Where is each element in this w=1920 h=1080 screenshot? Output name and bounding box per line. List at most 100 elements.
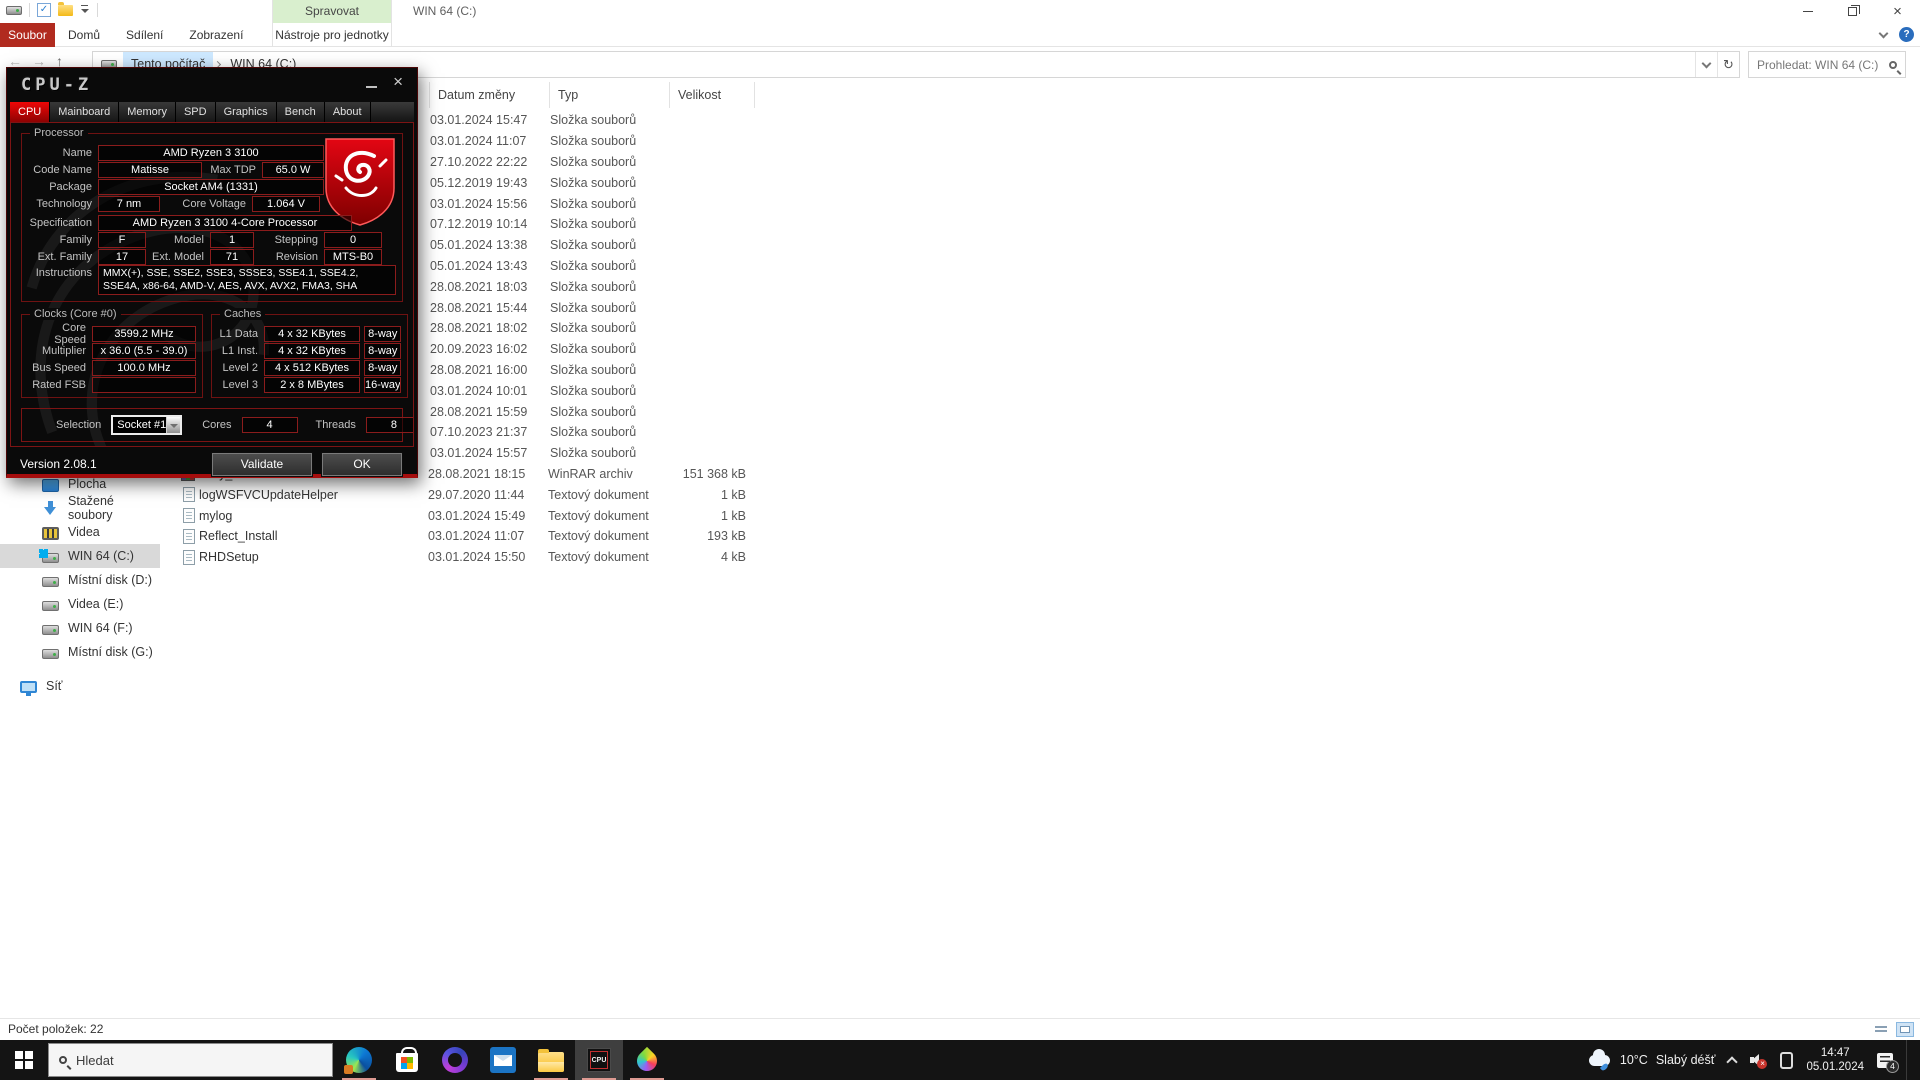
taskbar-app-button[interactable]: [527, 1040, 575, 1080]
taskbar-clock[interactable]: 14:47 05.01.2024: [1806, 1046, 1864, 1074]
cpuz-close-button[interactable]: ×: [393, 72, 403, 92]
weather-temp: 10°C: [1620, 1053, 1648, 1067]
file-row[interactable]: Reflect_Install 03.01.2024 11:07 Textový…: [160, 526, 1920, 547]
clock-value: x 36.0 (5.5 - 39.0): [92, 343, 196, 359]
ext-family-value: 17: [98, 249, 146, 265]
taskbar-app-button[interactable]: [623, 1040, 671, 1080]
column-header-date[interactable]: Datum změny: [430, 82, 550, 108]
file-row[interactable]: 03.01.2024 15:56 Složka souborů: [160, 193, 1920, 214]
file-row[interactable]: 28.08.2021 15:44 Složka souborů: [160, 297, 1920, 318]
sidebar-item[interactable]: WIN 64 (F:): [0, 616, 160, 640]
action-center-icon[interactable]: 4: [1877, 1053, 1893, 1068]
ribbon-tab[interactable]: Sdílení: [113, 23, 176, 46]
tab-soubor[interactable]: Soubor: [0, 23, 55, 47]
help-icon[interactable]: [1899, 27, 1914, 42]
file-row[interactable]: 28.08.2021 15:59 Složka souborů: [160, 401, 1920, 422]
cpuz-tab[interactable]: CPU: [10, 102, 50, 122]
close-button[interactable]: ×: [1875, 0, 1920, 23]
sidebar-item[interactable]: Videa (E:): [0, 592, 160, 616]
clocks-group: Clocks (Core #0) Core Speed 3599.2 MHz M…: [21, 314, 203, 398]
sidebar-item[interactable]: Stažené soubory: [0, 496, 160, 520]
file-type: Textový dokument: [548, 509, 668, 523]
column-header-type[interactable]: Typ: [550, 82, 670, 108]
file-row[interactable]: 27.10.2022 22:22 Složka souborů: [160, 152, 1920, 173]
volume-muted-icon[interactable]: [1749, 1052, 1767, 1068]
window-drive-icon: [6, 6, 22, 15]
file-row[interactable]: 28.08.2021 18:02 Složka souborů: [160, 318, 1920, 339]
search-input[interactable]: Prohledat: WIN 64 (C:): [1748, 51, 1906, 78]
file-row[interactable]: mylog 03.01.2024 15:49 Textový dokument …: [160, 505, 1920, 526]
file-row[interactable]: RHDSetup 03.01.2024 15:50 Textový dokume…: [160, 547, 1920, 568]
file-row[interactable]: 05.01.2024 13:43 Složka souborů: [160, 256, 1920, 277]
sidebar-item[interactable]: Síť: [0, 674, 160, 698]
weather-rain-icon: [1589, 1055, 1610, 1066]
taskbar-app-button[interactable]: [335, 1040, 383, 1080]
sidebar-item[interactable]: Videa: [0, 520, 160, 544]
icons-view-icon[interactable]: [1896, 1022, 1914, 1037]
start-button[interactable]: [0, 1040, 48, 1080]
cpuz-tab[interactable]: Bench: [277, 102, 325, 122]
taskbar-app-button[interactable]: [383, 1040, 431, 1080]
file-row[interactable]: 28.08.2021 16:00 Složka souborů: [160, 360, 1920, 381]
customize-toolbar-caret-icon[interactable]: [80, 4, 90, 16]
file-row[interactable]: 07.12.2019 10:14 Složka souborů: [160, 214, 1920, 235]
cpuz-tab[interactable]: Memory: [119, 102, 176, 122]
file-row[interactable]: 28.08.2021 18:03 Složka souborů: [160, 276, 1920, 297]
ribbon-tab[interactable]: Zobrazení: [176, 23, 256, 46]
file-row[interactable]: 20.09.2023 16:02 Složka souborů: [160, 339, 1920, 360]
cpuz-tab[interactable]: Mainboard: [50, 102, 119, 122]
socket-select[interactable]: Socket #1: [111, 415, 182, 435]
file-row[interactable]: 05.01.2024 13:38 Složka souborů: [160, 235, 1920, 256]
cpuz-titlebar[interactable]: CPU-Z ×: [7, 68, 417, 102]
combo-arrow-icon[interactable]: [166, 417, 180, 433]
ok-button[interactable]: OK: [322, 453, 402, 476]
new-folder-icon[interactable]: [58, 5, 73, 16]
cpuz-minimize-button[interactable]: [366, 76, 377, 88]
ribbon-collapse-icon[interactable]: [1879, 28, 1889, 38]
file-row[interactable]: 03.01.2024 11:07 Složka souborů: [160, 131, 1920, 152]
properties-icon[interactable]: [37, 3, 51, 17]
file-row[interactable]: logWSFVCUpdateHelper 29.07.2020 11:44 Te…: [160, 484, 1920, 505]
tray-overflow-icon[interactable]: [1727, 1056, 1738, 1067]
file-row[interactable]: 07.10.2023 21:37 Složka souborů: [160, 422, 1920, 443]
sidebar-item[interactable]: Místní disk (G:): [0, 640, 160, 664]
search-placeholder: Prohledat: WIN 64 (C:): [1757, 58, 1878, 72]
cpuz-tab[interactable]: Graphics: [216, 102, 277, 122]
cpuz-tab[interactable]: SPD: [176, 102, 216, 122]
weather-widget[interactable]: 10°C Slabý déšť: [1589, 1053, 1716, 1067]
show-desktop-button[interactable]: [1906, 1040, 1912, 1080]
package-value: Socket AM4 (1331): [98, 179, 324, 195]
tab-nastroje-pro-jednotky[interactable]: Nástroje pro jednotky: [272, 23, 392, 47]
restore-button[interactable]: [1830, 0, 1875, 23]
file-row[interactable]: 03.01.2024 15:57 Složka souborů: [160, 443, 1920, 464]
validate-button[interactable]: Validate: [212, 453, 312, 476]
file-type: Složka souborů: [550, 217, 670, 231]
paint-icon: [633, 1047, 661, 1075]
instructions-value: MMX(+), SSE, SSE2, SSE3, SSSE3, SSE4.1, …: [98, 265, 396, 295]
minimize-button[interactable]: [1785, 0, 1830, 23]
cast-device-icon[interactable]: [1780, 1052, 1793, 1069]
file-type: Složka souborů: [550, 176, 670, 190]
details-view-icon[interactable]: [1872, 1022, 1890, 1037]
cache-label: Level 3: [218, 379, 260, 391]
selection-box: Selection Socket #1 Cores 4 Threads 8: [21, 408, 403, 442]
file-row[interactable]: fotky_revize 28.08.2021 18:15 WinRAR arc…: [160, 464, 1920, 485]
cpuz-icon: [587, 1048, 611, 1072]
taskbar-app-button[interactable]: [479, 1040, 527, 1080]
taskbar-search-input[interactable]: Hledat: [48, 1043, 333, 1077]
file-type: Složka souborů: [550, 197, 670, 211]
file-row[interactable]: 05.12.2019 19:43 Složka souborů: [160, 172, 1920, 193]
family-value: F: [98, 232, 146, 248]
processor-group: Processor Name AMD Ryzen 3 3100 Code Nam…: [21, 133, 403, 302]
cpuz-tab[interactable]: About: [325, 102, 371, 122]
taskbar-app-button[interactable]: [575, 1040, 623, 1080]
file-row[interactable]: 03.01.2024 10:01 Složka souborů: [160, 380, 1920, 401]
refresh-icon[interactable]: ↻: [1717, 52, 1739, 77]
sidebar-item[interactable]: WIN 64 (C:): [0, 544, 160, 568]
taskbar-app-button[interactable]: [431, 1040, 479, 1080]
address-dropdown-icon[interactable]: [1695, 52, 1717, 77]
column-header-size[interactable]: Velikost: [670, 82, 755, 108]
ribbon-tab[interactable]: Domů: [55, 23, 113, 46]
sidebar-item[interactable]: Místní disk (D:): [0, 568, 160, 592]
file-row[interactable]: 03.01.2024 15:47 Složka souborů: [160, 110, 1920, 131]
